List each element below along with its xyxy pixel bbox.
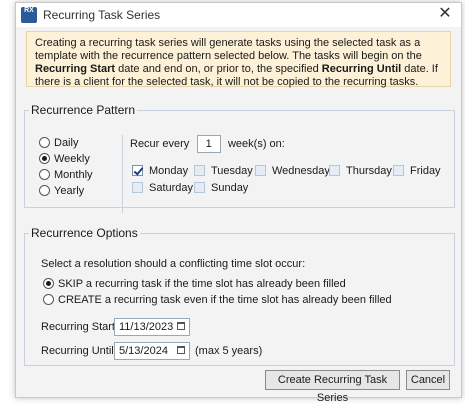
conflict-prompt: Select a resolution should a conflicting… (41, 258, 306, 270)
close-icon[interactable]: ✕ (435, 4, 455, 24)
day-monday[interactable]: Monday (132, 163, 188, 177)
notice-bold-until: Recurring Until (321, 63, 402, 75)
frequency-weekly-label: Weekly (54, 153, 90, 165)
day-thursday-label: Thursday (346, 165, 392, 177)
radio-create[interactable] (43, 294, 54, 305)
notice-text-2: date and end on, or prior to, the specif… (115, 63, 322, 75)
day-tuesday-label: Tuesday (211, 165, 253, 177)
recurrence-pattern-legend: Recurrence Pattern (31, 103, 136, 117)
checkbox-wednesday[interactable] (255, 165, 266, 176)
dialog-window: RX Recurring Task Series ✕ Creating a re… (15, 2, 462, 404)
window-title: Recurring Task Series (43, 8, 161, 22)
calendar-icon[interactable] (177, 346, 185, 354)
day-saturday-label: Saturday (149, 182, 194, 194)
checkbox-tuesday[interactable] (194, 165, 205, 176)
day-wednesday-label: Wednesday (272, 165, 330, 177)
frequency-monthly-label: Monthly (54, 169, 93, 181)
day-monday-label: Monday (149, 165, 189, 177)
radio-daily[interactable] (39, 137, 50, 148)
calendar-icon[interactable] (177, 322, 185, 330)
day-saturday[interactable]: Saturday (132, 180, 193, 194)
day-tuesday[interactable]: Tuesday (194, 163, 253, 177)
radio-yearly[interactable] (39, 185, 50, 196)
frequency-yearly[interactable]: Yearly (39, 183, 84, 197)
checkbox-sunday[interactable] (194, 182, 205, 193)
checkbox-monday[interactable] (132, 165, 143, 176)
recurring-start-label: Recurring Start: (41, 321, 119, 333)
pattern-divider (122, 135, 123, 213)
day-sunday[interactable]: Sunday (194, 180, 248, 194)
frequency-monthly[interactable]: Monthly (39, 167, 93, 181)
info-notice: Creating a recurring task series will ge… (26, 31, 451, 88)
app-icon: RX (21, 7, 37, 23)
notice-bold-start: Recurring Start (35, 63, 116, 75)
notice-text-1: Creating a recurring task series will ge… (35, 37, 422, 62)
recur-every-label: Recur every (130, 138, 190, 150)
day-thursday[interactable]: Thursday (329, 163, 392, 177)
radio-monthly[interactable] (39, 169, 50, 180)
recur-interval-input[interactable]: 1 (196, 135, 221, 153)
recurring-until-value: 5/13/2024 (119, 345, 168, 357)
recurring-until-note: (max 5 years) (195, 345, 263, 357)
day-wednesday[interactable]: Wednesday (255, 163, 330, 177)
checkbox-friday[interactable] (393, 165, 404, 176)
conflict-create-option[interactable]: CREATE a recurring task even if the time… (43, 292, 392, 306)
title-bar: RX Recurring Task Series ✕ (16, 3, 461, 27)
recur-unit-label: week(s) on: (227, 138, 285, 150)
radio-weekly[interactable] (39, 153, 50, 164)
frequency-yearly-label: Yearly (54, 185, 85, 197)
conflict-create-label: CREATE a recurring task even if the time… (58, 294, 392, 306)
recurring-start-value: 11/13/2023 (119, 321, 174, 333)
recurring-start-picker[interactable]: 11/13/2023 (114, 318, 190, 336)
create-series-button[interactable]: Create Recurring Task Series (265, 370, 400, 404)
recur-every-row: Recur every 1 week(s) on: (130, 135, 285, 153)
frequency-daily-label: Daily (54, 137, 79, 149)
recurrence-options-group: Recurrence Options Select a resolution s… (24, 226, 455, 366)
recurring-until-picker[interactable]: 5/13/2024 (114, 342, 190, 360)
conflict-skip-label: SKIP a recurring task if the time slot h… (58, 278, 346, 290)
checkbox-saturday[interactable] (132, 182, 143, 193)
checkbox-thursday[interactable] (329, 165, 340, 176)
radio-skip[interactable] (43, 278, 54, 289)
day-friday-label: Friday (410, 165, 441, 177)
frequency-weekly[interactable]: Weekly (39, 151, 90, 165)
day-sunday-label: Sunday (211, 182, 249, 194)
cancel-button[interactable]: Cancel (406, 370, 450, 390)
recurrence-options-legend: Recurrence Options (31, 226, 138, 240)
recurrence-pattern-group: Recurrence Pattern Daily Weekly Monthly … (24, 103, 455, 213)
day-friday[interactable]: Friday (393, 163, 441, 177)
conflict-skip-option[interactable]: SKIP a recurring task if the time slot h… (43, 276, 346, 290)
frequency-daily[interactable]: Daily (39, 135, 78, 149)
recurring-until-label: Recurring Until: (41, 345, 117, 357)
